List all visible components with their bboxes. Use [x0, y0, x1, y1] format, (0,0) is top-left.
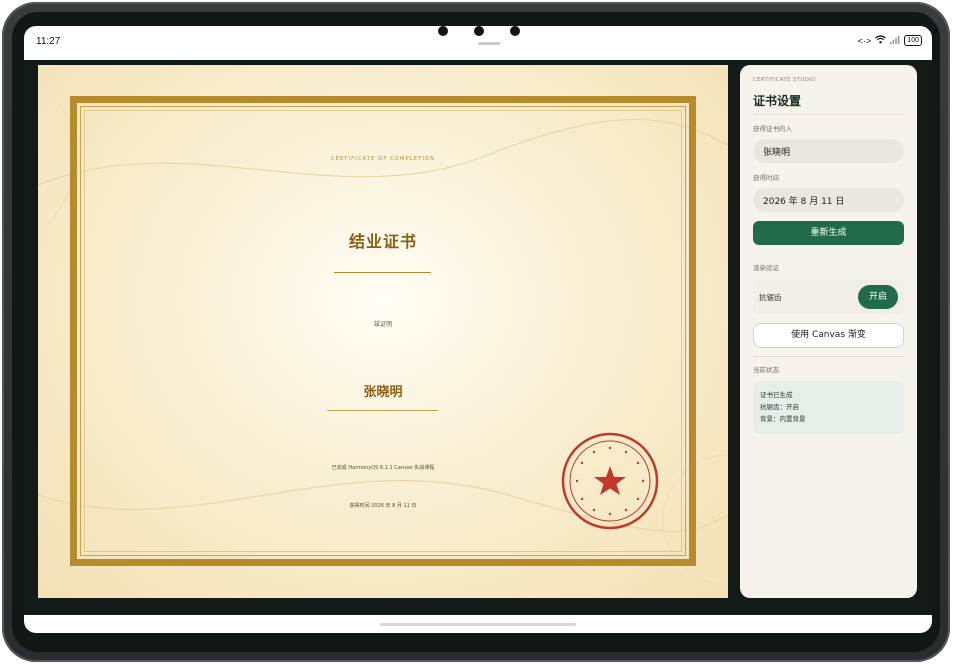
divider [753, 114, 904, 115]
home-indicator[interactable] [380, 623, 576, 626]
signal-icon [890, 35, 900, 46]
regenerate-button[interactable]: 重新生成 [753, 221, 904, 245]
settings-panel: CERTIFICATE STUDIO 证书设置 获得证书的人 张晓明 获得时间 … [740, 65, 917, 598]
camera-dot [438, 26, 448, 36]
panel-title: 证书设置 [753, 94, 802, 108]
wifi-icon [875, 35, 887, 46]
seal-stamp-icon [561, 432, 659, 530]
divider [753, 356, 904, 357]
antialias-toggle[interactable]: 开启 [858, 285, 898, 309]
status-box: 证书已生成 抗锯齿：开启 背景：内置背景 [753, 381, 904, 434]
antialias-row: 抗锯齿 开启 [753, 280, 904, 314]
navigation-strip [24, 615, 932, 633]
certify-text: 兹证明 [373, 321, 392, 328]
recipient-label: 获得证书的人 [753, 125, 792, 133]
canvas-gradient-button[interactable]: 使用 Canvas 渐变 [753, 323, 904, 348]
antialias-label: 抗锯齿 [759, 293, 782, 302]
tablet-screen: 11:27 <·> 100 CERTIFICATE OF COMPLETION … [12, 12, 940, 652]
code-icon: <·> [857, 35, 872, 46]
date-label: 获得时间 [753, 174, 779, 182]
certificate-title: 结业证书 [348, 232, 417, 251]
status-line: 抗锯齿：开启 [760, 403, 799, 411]
camera-dot [474, 26, 484, 36]
name-underline [327, 410, 438, 411]
tablet-bezel: 11:27 <·> 100 CERTIFICATE OF COMPLETION … [2, 2, 950, 662]
status-line: 证书已生成 [760, 391, 793, 399]
camera-dot [510, 26, 520, 36]
app-canvas-area: CERTIFICATE OF COMPLETION 结业证书 兹证明 张晓明 已… [24, 60, 932, 615]
title-underline [334, 272, 431, 273]
status-line: 背景：内置背景 [760, 415, 806, 423]
panel-eyebrow: CERTIFICATE STUDIO [753, 77, 816, 83]
recipient-name: 张晓明 [363, 385, 403, 400]
certificate-canvas: CERTIFICATE OF COMPLETION 结业证书 兹证明 张晓明 已… [38, 65, 728, 598]
state-label: 当前状态 [753, 366, 779, 374]
multitask-indicator [478, 42, 500, 45]
recipient-input[interactable]: 张晓明 [753, 139, 904, 163]
render-section-label: 渲染验证 [753, 264, 779, 272]
certificate-eyebrow: CERTIFICATE OF COMPLETION [330, 156, 436, 162]
date-input[interactable]: 2026 年 8 月 11 日 [753, 188, 904, 212]
status-icons: <·> 100 [858, 35, 922, 46]
status-time: 11:27 [36, 36, 61, 47]
battery-indicator: 100 [904, 35, 922, 46]
